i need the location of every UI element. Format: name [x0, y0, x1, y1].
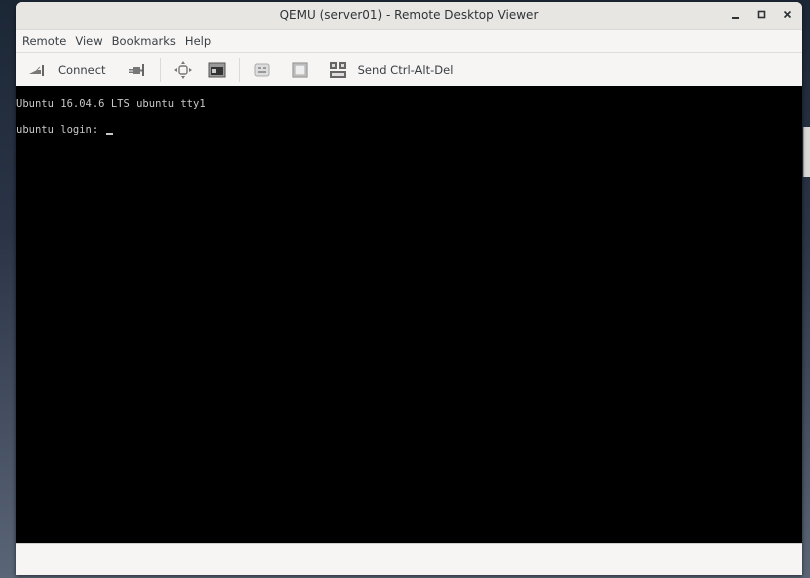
- toolbar-separator: [238, 57, 240, 82]
- fullscreen-button[interactable]: [169, 57, 197, 83]
- window-title: QEMU (server01) - Remote Desktop Viewer: [279, 8, 539, 22]
- text-cursor: [105, 133, 113, 135]
- console-banner: Ubuntu 16.04.6 LTS ubuntu tty1: [16, 98, 206, 110]
- remote-desktop-viewer-window: QEMU (server01) - Remote Desktop Viewer …: [16, 2, 802, 575]
- minimize-button[interactable]: [728, 7, 744, 23]
- remote-display[interactable]: Ubuntu 16.04.6 LTS ubuntu tty1 ubuntu lo…: [16, 86, 802, 543]
- menu-bookmarks[interactable]: Bookmarks: [111, 34, 182, 48]
- close-button[interactable]: [780, 7, 796, 23]
- scaling-button[interactable]: [286, 57, 314, 83]
- title-bar[interactable]: QEMU (server01) - Remote Desktop Viewer: [16, 2, 802, 30]
- scaling-icon: [290, 61, 310, 79]
- disconnect-button[interactable]: [124, 57, 152, 83]
- login-prompt-text: ubuntu login:: [16, 124, 105, 136]
- toolbar: Connect Send Ctrl-Alt-Del: [16, 53, 802, 87]
- close-icon: [783, 10, 792, 19]
- menu-remote[interactable]: Remote: [21, 34, 72, 48]
- disconnect-icon: [128, 62, 148, 78]
- send-ctrl-alt-del-button[interactable]: Send Ctrl-Alt-Del: [324, 57, 458, 83]
- keyboard-grab-icon: [252, 61, 272, 79]
- minimize-icon: [732, 17, 739, 19]
- menu-view[interactable]: View: [74, 34, 108, 48]
- connect-icon: [28, 62, 48, 78]
- connect-button[interactable]: Connect: [24, 57, 110, 83]
- status-bar: [16, 543, 802, 575]
- maximize-button[interactable]: [754, 7, 770, 23]
- keyboard-grab-button[interactable]: [248, 57, 276, 83]
- send-keys-icon: [328, 61, 348, 79]
- menu-bar: Remote View Bookmarks Help: [16, 30, 802, 53]
- fullscreen-icon: [173, 60, 193, 79]
- console-login-prompt: ubuntu login:: [16, 124, 113, 136]
- send-ctrl-alt-del-label: Send Ctrl-Alt-Del: [357, 62, 454, 77]
- maximize-icon: [757, 10, 766, 19]
- connect-label: Connect: [58, 62, 106, 77]
- screenshot-button[interactable]: [203, 57, 231, 83]
- screenshot-icon: [207, 61, 227, 79]
- toolbar-separator: [159, 57, 161, 82]
- background-window-edge: [803, 127, 810, 177]
- menu-help[interactable]: Help: [184, 34, 217, 48]
